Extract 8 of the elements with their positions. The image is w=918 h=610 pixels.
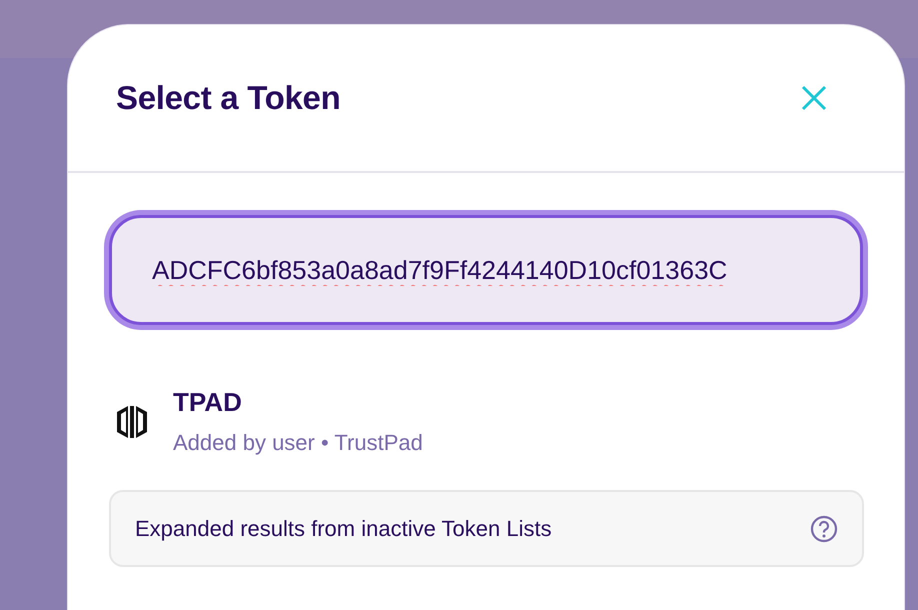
dialog-title: Select a Token bbox=[116, 79, 340, 117]
help-icon[interactable] bbox=[810, 514, 838, 542]
token-source: Added by user • TrustPad bbox=[173, 430, 423, 456]
search-field[interactable]: ADCFC6bf853a0a8ad7f9Ff4244140D10cf01363C bbox=[109, 215, 863, 325]
token-symbol: TPAD bbox=[173, 387, 243, 418]
close-icon bbox=[800, 84, 828, 112]
notice-text: Expanded results from inactive Token Lists bbox=[135, 516, 552, 542]
token-logo-icon bbox=[115, 404, 149, 440]
